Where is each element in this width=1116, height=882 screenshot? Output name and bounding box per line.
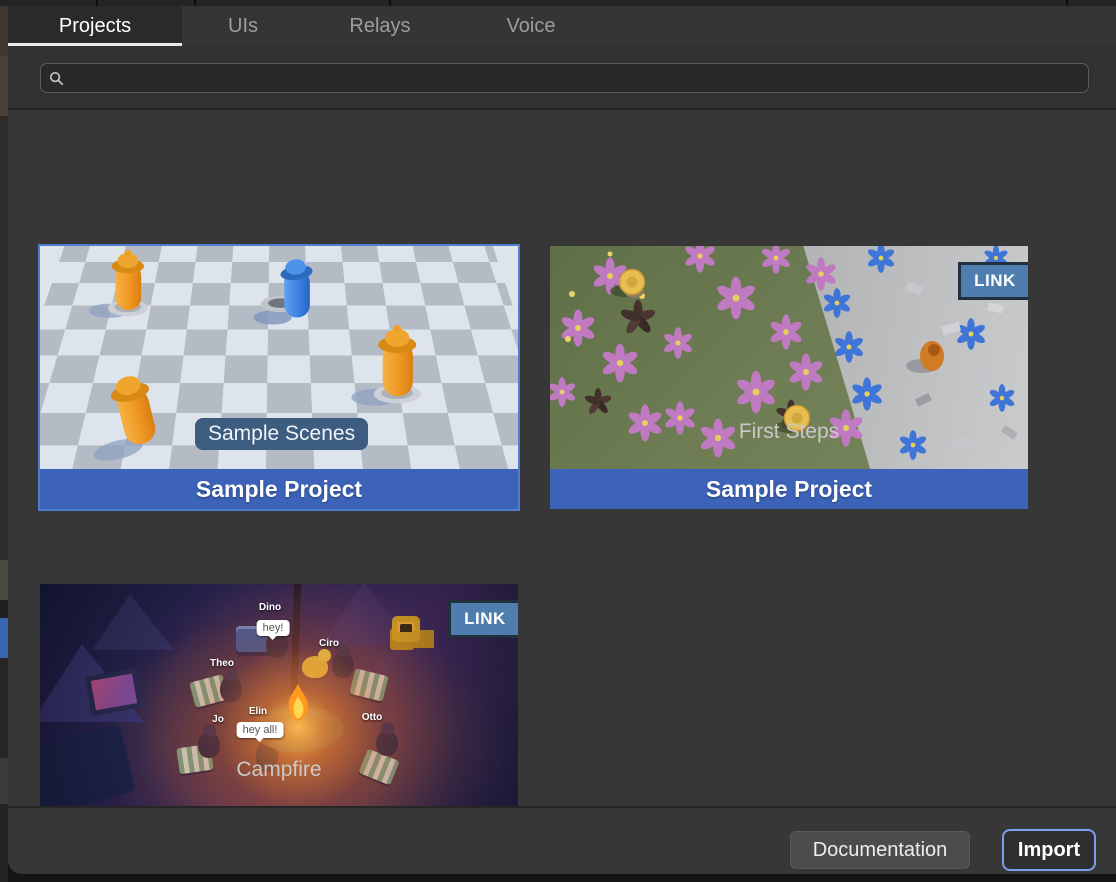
blue-juicer <box>254 258 314 324</box>
orange-juicer-3 <box>77 372 164 465</box>
chat-bubble: hey all! <box>237 722 284 738</box>
search-box[interactable] <box>40 63 1089 93</box>
card-name-sample-scenes[interactable]: Sample Scenes <box>195 418 368 450</box>
player-name: Elin <box>249 706 267 717</box>
project-grid: Sample Project Sample Scenes <box>8 112 1116 806</box>
project-card-first-steps[interactable]: LINK Sample Project <box>550 246 1028 509</box>
projects-panel: Projects UIs Relays Voice <box>8 6 1116 874</box>
chat-bubble: hey! <box>257 620 290 636</box>
tab-relays[interactable]: Relays <box>304 6 456 46</box>
link-badge: LINK <box>958 262 1028 300</box>
card-title-strip: Sample Project <box>550 469 1028 509</box>
player-name: Ciro <box>319 638 339 649</box>
import-button[interactable]: Import <box>1002 829 1096 871</box>
player-name: Jo <box>212 714 224 725</box>
tab-projects[interactable]: Projects <box>8 6 182 46</box>
card-name-first-steps: First Steps <box>550 420 1028 444</box>
card-title: Sample Project <box>196 476 362 503</box>
project-card-sample-scenes[interactable]: Sample Project <box>38 244 520 511</box>
orange-juicer-2 <box>351 325 420 406</box>
card-title-strip: Sample Project <box>40 469 518 509</box>
card-name-campfire: Campfire <box>40 758 518 782</box>
search-icon <box>49 71 64 86</box>
documentation-button[interactable]: Documentation <box>790 831 970 869</box>
search-input[interactable] <box>70 70 1080 87</box>
orange-juicer-1 <box>89 250 148 318</box>
tab-uis[interactable]: UIs <box>182 6 304 46</box>
background-window-left-edge <box>0 6 8 882</box>
card-title: Sample Project <box>706 476 872 503</box>
campfire-flame <box>280 682 316 732</box>
background-blue-item <box>0 618 8 658</box>
player-name: Dino <box>259 602 281 613</box>
footer-bar: Documentation Import <box>8 806 1116 874</box>
orange-character <box>906 341 944 373</box>
player-name: Theo <box>210 658 234 669</box>
tab-voice[interactable]: Voice <box>456 6 606 46</box>
link-badge: LINK <box>448 600 518 638</box>
search-section <box>8 46 1116 110</box>
player-name: Otto <box>362 712 383 723</box>
tab-bar: Projects UIs Relays Voice <box>8 6 1116 46</box>
